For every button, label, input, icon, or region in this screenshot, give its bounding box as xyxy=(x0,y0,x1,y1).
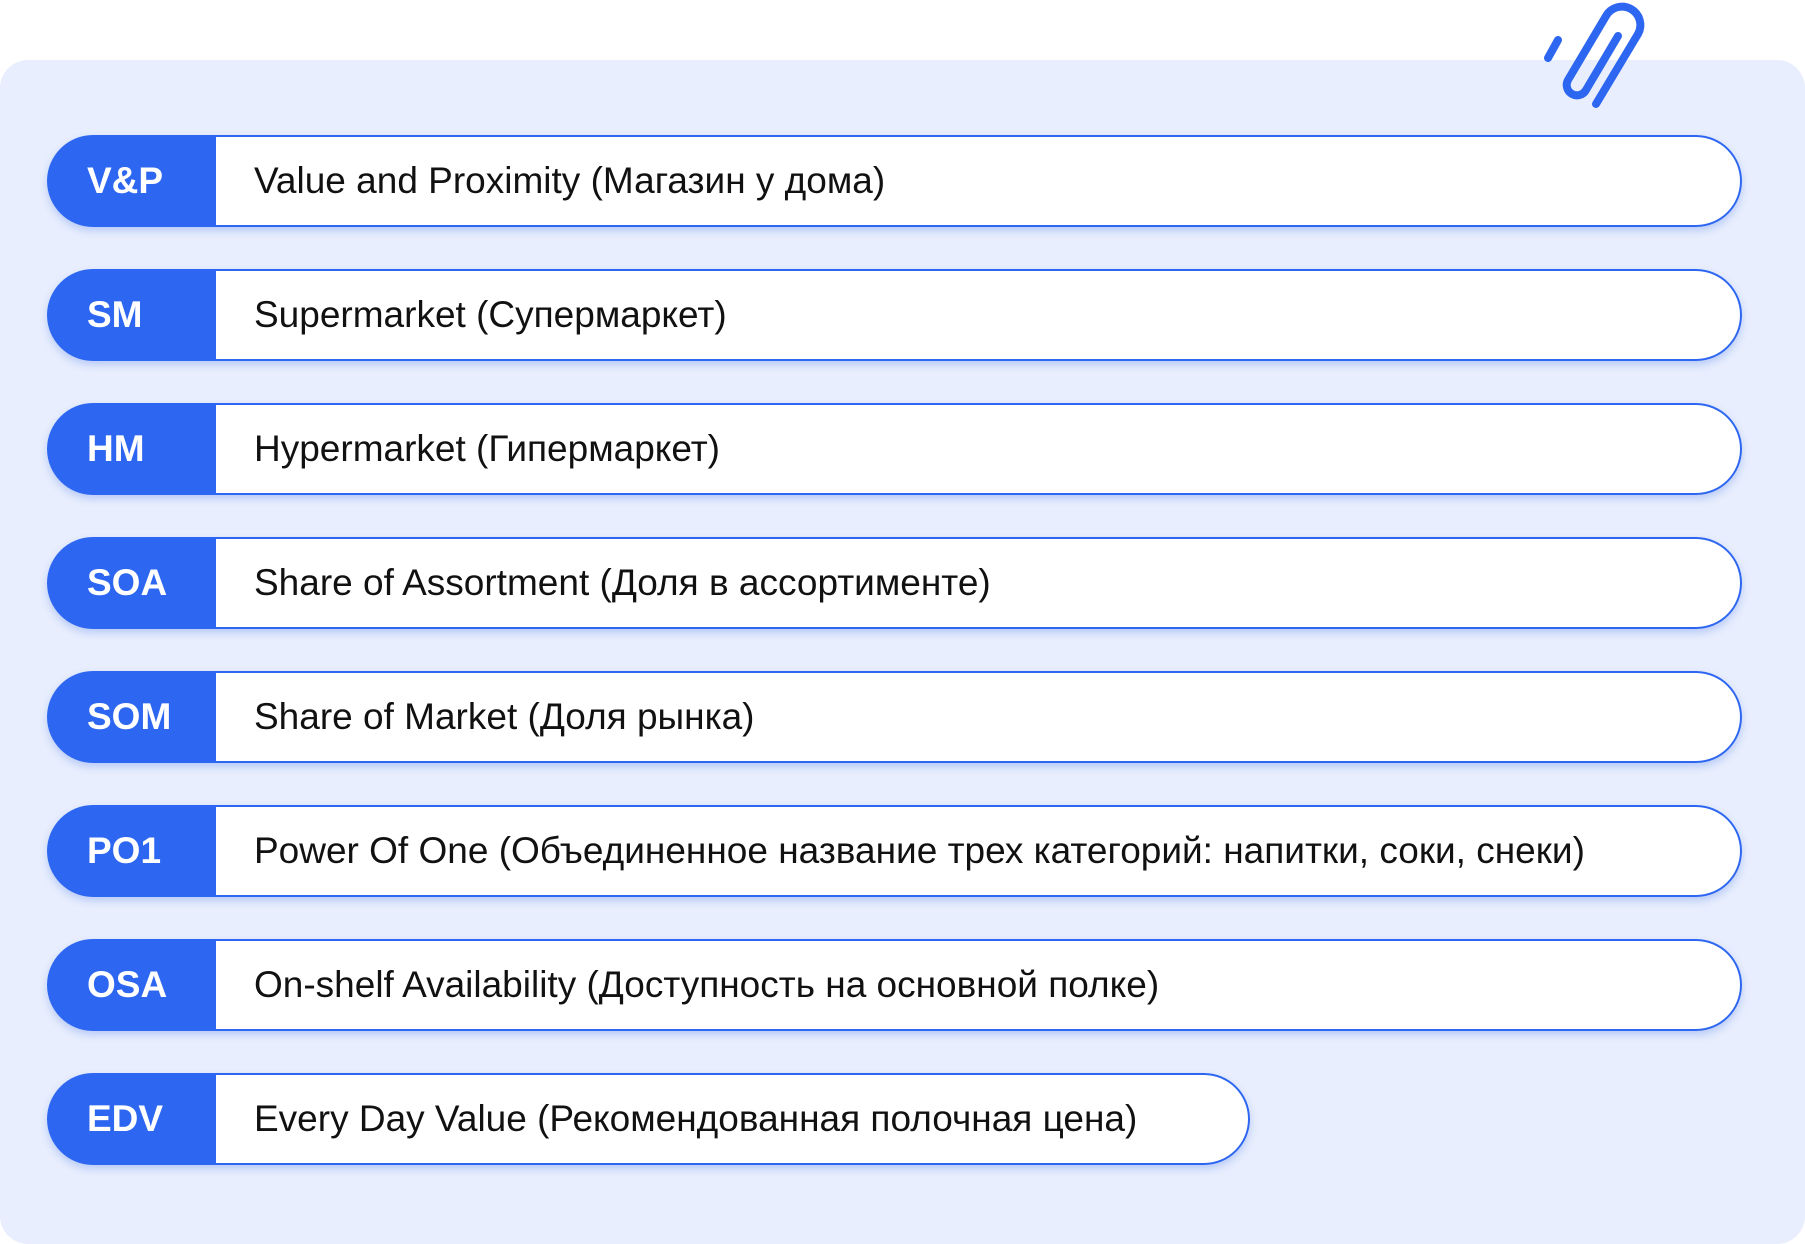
abbreviation-label: EDV xyxy=(47,1073,216,1165)
term-description: On-shelf Availability (Доступность на ос… xyxy=(216,939,1742,1031)
term-description: Hypermarket (Гипермаркет) xyxy=(216,403,1742,495)
abbreviation-label: PO1 xyxy=(47,805,216,897)
glossary-row-sm: SM Supermarket (Супермаркет) xyxy=(47,269,1742,361)
abbreviation-label: SM xyxy=(47,269,216,361)
abbreviation-label: V&P xyxy=(47,135,216,227)
term-description: Share of Assortment (Доля в ассортименте… xyxy=(216,537,1742,629)
glossary-row-soa: SOA Share of Assortment (Доля в ассортим… xyxy=(47,537,1742,629)
term-description: Power Of One (Объединенное название трех… xyxy=(216,805,1742,897)
glossary-row-osa: OSA On-shelf Availability (Доступность н… xyxy=(47,939,1742,1031)
glossary-row-vp: V&P Value and Proximity (Магазин у дома) xyxy=(47,135,1742,227)
abbreviation-label: SOM xyxy=(47,671,216,763)
term-description: Value and Proximity (Магазин у дома) xyxy=(216,135,1742,227)
abbreviation-label: SOA xyxy=(47,537,216,629)
glossary-row-hm: HM Hypermarket (Гипермаркет) xyxy=(47,403,1742,495)
abbreviation-label: OSA xyxy=(47,939,216,1031)
glossary-row-po1: PO1 Power Of One (Объединенное название … xyxy=(47,805,1742,897)
glossary-row-edv: EDV Every Day Value (Рекомендованная пол… xyxy=(47,1073,1250,1165)
paperclip-icon xyxy=(1544,2,1645,108)
abbreviation-label: HM xyxy=(47,403,216,495)
glossary-list: V&P Value and Proximity (Магазин у дома)… xyxy=(47,135,1742,1207)
term-description: Every Day Value (Рекомендованная полочна… xyxy=(216,1073,1250,1165)
term-description: Share of Market (Доля рынка) xyxy=(216,671,1742,763)
glossary-row-som: SOM Share of Market (Доля рынка) xyxy=(47,671,1742,763)
term-description: Supermarket (Супермаркет) xyxy=(216,269,1742,361)
